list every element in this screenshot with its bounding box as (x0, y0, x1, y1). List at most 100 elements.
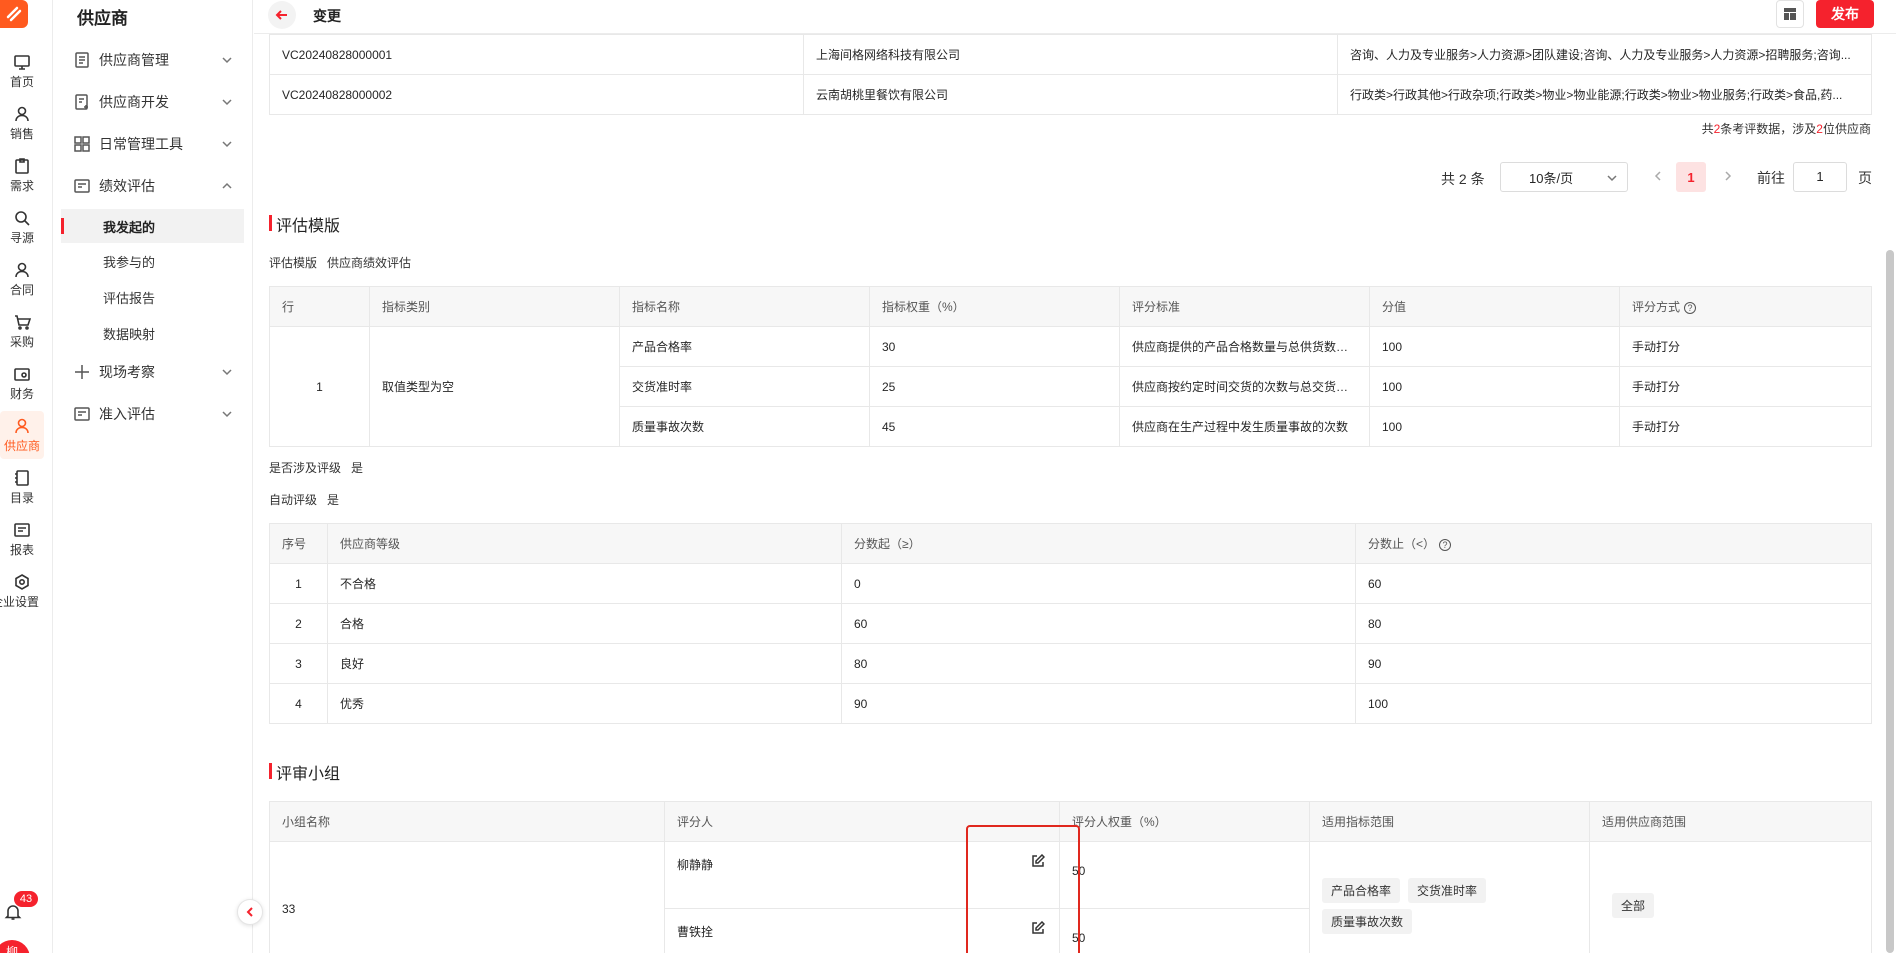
grade-to: 100 (1355, 683, 1872, 724)
side-menu: 供应商 供应商管理 供应商开发 日常管理工具 绩效评估 我发起的 我参与的 评估… (53, 0, 253, 953)
layout-button[interactable] (1776, 0, 1804, 28)
table-header-row: 行 指标类别 指标名称 指标权重（%） 评分标准 分值 评分方式? (269, 286, 1872, 327)
menu-item-daily-tools[interactable]: 日常管理工具 (73, 128, 243, 160)
goto-page-input[interactable]: 1 (1793, 162, 1847, 192)
grade-name: 优秀 (327, 683, 842, 724)
menu-item-supplier-management[interactable]: 供应商管理 (73, 44, 243, 76)
goto-label: 前往 (1757, 170, 1785, 186)
back-button[interactable] (268, 1, 296, 29)
template-field: 评估模版 供应商绩效评估 (269, 254, 411, 271)
row-number: 1 (269, 326, 370, 447)
document-icon (75, 52, 89, 68)
grade-no: 3 (269, 643, 328, 684)
rail-item-sourcing[interactable]: 寻源 (0, 203, 44, 251)
page-number-current[interactable]: 1 (1676, 162, 1706, 192)
review-table: 小组名称 评分人 评分人权重（%） 适用指标范围 适用供应商范围 33 柳静静 … (269, 801, 1872, 953)
field-value: 是 (327, 493, 340, 507)
sub-item-participated[interactable]: 我参与的 (61, 244, 244, 278)
indicator-method: 手动打分 (1619, 406, 1872, 447)
scrollbar[interactable] (1886, 250, 1894, 953)
sub-item-initiated[interactable]: 我发起的 (61, 209, 244, 243)
column-header-label: 分数止（<） (1368, 537, 1436, 551)
menu-item-admission[interactable]: 准入评估 (73, 398, 243, 430)
rail-item-purchase[interactable]: 采购 (0, 307, 44, 355)
column-header: 适用供应商范围 (1589, 801, 1872, 842)
indicator-scope-cell: 产品合格率 交货准时率质量事故次数 (1309, 841, 1590, 953)
rail-item-home[interactable]: 首页 (0, 47, 44, 95)
rail-item-supplier[interactable]: 供应商 (0, 411, 44, 459)
rail-item-sales[interactable]: 销售 (0, 99, 44, 147)
summary-supplier-count: 2 (1816, 122, 1823, 136)
publish-button[interactable]: 发布 (1816, 0, 1874, 28)
field-value: 是 (351, 461, 364, 475)
menu-item-site-inspection[interactable]: 现场考察 (73, 356, 243, 388)
help-icon[interactable]: ? (1684, 301, 1697, 314)
indicator-tag: 质量事故次数 (1322, 908, 1413, 934)
indicator-method: 手动打分 (1619, 366, 1872, 407)
document-add-icon (75, 94, 88, 110)
logo-icon (6, 6, 22, 22)
supplier-name: 云南胡桃里餐饮有限公司 (803, 74, 1338, 115)
rail-label: 目录 (9, 490, 34, 505)
page-size-select[interactable]: 10条/页 (1500, 162, 1628, 192)
rail-item-catalog[interactable]: 目录 (0, 463, 44, 511)
chevron-down-icon (222, 99, 232, 106)
table-row: VC20240828000001 上海间格网络科技有限公司 咨询、人力及专业服务… (269, 34, 1872, 75)
collapse-sidebar-button[interactable] (237, 899, 263, 925)
icon-rail: 首页 销售 需求 寻源 合同 采购 财务 供应商 目录 报表 企业设置 (0, 0, 53, 953)
column-header: 评分人权重（%） (1059, 801, 1310, 842)
reviewer-cell: 柳静静 (664, 841, 1060, 909)
sub-item-data-mapping[interactable]: 数据映射 (61, 316, 244, 350)
table-row: 1 取值类型为空 产品合格率 30 供应商提供的产品合格数量与总供货数量的比例 … (269, 326, 1872, 447)
chevron-left-icon (1654, 171, 1661, 181)
rail-label: 报表 (9, 542, 34, 557)
grade-name: 不合格 (327, 563, 842, 604)
page-title: 变更 (313, 8, 341, 24)
rail-label: 需求 (9, 178, 34, 193)
page-header: 变更 发布 (254, 0, 1896, 34)
rail-label: 企业设置 (0, 594, 39, 609)
rail-item-demand[interactable]: 需求 (0, 151, 44, 199)
involve-grading-field: 是否涉及评级是 (269, 459, 363, 476)
summary-text: 位供应商 (1822, 122, 1871, 136)
menu-item-label: 绩效评估 (99, 178, 155, 194)
supplier-name: 上海间格网络科技有限公司 (803, 34, 1338, 75)
chevron-down-icon (222, 369, 232, 376)
menu-item-performance[interactable]: 绩效评估 (73, 170, 243, 202)
auto-grading-field: 自动评级是 (269, 491, 339, 508)
grade-name: 合格 (327, 603, 842, 644)
next-page-button[interactable] (1723, 169, 1739, 185)
app-logo[interactable] (0, 0, 28, 28)
grade-no: 2 (269, 603, 328, 644)
rail-item-finance[interactable]: 财务 (0, 359, 44, 407)
edit-icon[interactable] (1031, 853, 1046, 868)
prev-page-button[interactable] (1653, 169, 1669, 185)
edit-icon[interactable] (1031, 920, 1046, 935)
column-header-label: 评分方式 (1632, 300, 1681, 314)
grade-no: 4 (269, 683, 328, 724)
grade-name: 良好 (327, 643, 842, 684)
column-header: 分数起（≥） (841, 523, 1356, 564)
field-label: 自动评级 (269, 493, 318, 507)
menu-item-supplier-development[interactable]: 供应商开发 (73, 86, 243, 118)
table-row: 2 合格 60 80 (269, 603, 1872, 644)
table-row: 4 优秀 90 100 (269, 683, 1872, 724)
clipboard-icon (15, 157, 29, 174)
grade-table: 序号 供应商等级 分数起（≥） 分数止（<）? 1 不合格 0 60 2 合格 … (269, 523, 1872, 724)
person-icon (15, 106, 29, 121)
column-header-scoring-method: 评分方式? (1619, 286, 1872, 327)
indicator-category: 取值类型为空 (369, 326, 620, 447)
rail-item-settings[interactable]: 企业设置 (0, 567, 44, 615)
reviewer-cell: 曹铁拴 (664, 908, 1060, 953)
reviewer-weight: 50 (1059, 908, 1310, 953)
rail-item-contract[interactable]: 合同 (0, 255, 44, 303)
field-value: 供应商绩效评估 (327, 256, 412, 270)
page-size-value: 10条/页 (1529, 170, 1574, 186)
person-icon (15, 262, 29, 277)
sub-item-reports[interactable]: 评估报告 (61, 280, 244, 314)
help-icon[interactable]: ? (1439, 538, 1452, 551)
notification-badge: 43 (14, 891, 38, 907)
avatar[interactable]: 柳 (0, 940, 30, 953)
grade-to: 80 (1355, 603, 1872, 644)
rail-item-report[interactable]: 报表 (0, 515, 44, 563)
